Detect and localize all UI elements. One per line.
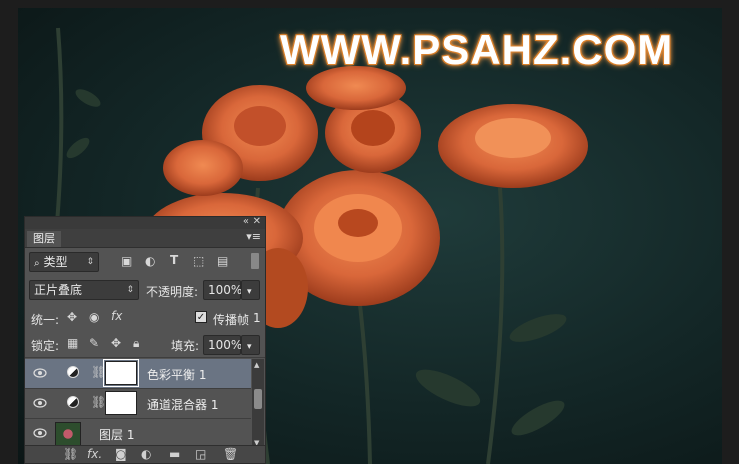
image-filter-icon[interactable]: ▣ — [121, 254, 132, 268]
adjustment-layer-icon — [67, 396, 79, 408]
double-chevron-icon[interactable]: « — [243, 216, 249, 227]
watermark-text: WWW.PSAHZ.COM — [280, 26, 674, 73]
smart-object-filter-icon[interactable]: ▤ — [217, 254, 228, 268]
layer-thumbnail[interactable] — [55, 422, 81, 446]
adjustment-filter-icon[interactable]: ◐ — [145, 254, 155, 268]
tab-layers[interactable]: 图层 — [27, 231, 61, 247]
panel-tab-bar: 图层 ▾≡ — [25, 229, 265, 248]
opacity-input[interactable]: 100% — [203, 280, 243, 300]
eye-icon[interactable] — [33, 367, 47, 379]
panel-bottom-bar: ⛓︎ fx. ◙ ◐ ▬ ◲ 🗑︎ — [25, 445, 265, 463]
layer-row[interactable]: ⛓︎ 色彩平衡 1 — [25, 359, 251, 389]
fill-input[interactable]: 100% — [203, 335, 243, 355]
scroll-up-icon[interactable]: ▲ — [254, 361, 259, 369]
fill-value: 100% — [208, 338, 243, 352]
unify-position-icon[interactable]: ✥ — [67, 310, 77, 324]
propagate-checkbox[interactable]: ✓ — [195, 311, 207, 323]
panel-title-strip: « ✕ — [25, 216, 265, 229]
updown-arrow-icon: ⇕ — [86, 257, 94, 267]
link-chain-icon[interactable]: ⛓︎ — [91, 365, 106, 379]
link-layers-icon[interactable]: ⛓︎ — [63, 447, 78, 461]
unify-visibility-icon[interactable]: ◉ — [89, 310, 99, 324]
lock-position-icon[interactable]: ✥ — [111, 336, 121, 350]
unify-row: 统一: ✥ ◉ fx ✓ 传播帧 1 — [25, 307, 265, 329]
lock-all-icon[interactable]: 🔒︎ — [133, 336, 139, 351]
eye-icon[interactable] — [33, 397, 47, 409]
fill-dropdown-button[interactable]: ▾ — [241, 335, 260, 355]
propagate-value: 1 — [253, 311, 261, 325]
layer-row[interactable]: ⛓︎ 通道混合器 1 — [25, 389, 251, 419]
lock-label: 锁定: — [31, 339, 60, 353]
link-chain-icon[interactable]: ⛓︎ — [91, 395, 106, 409]
layer-name[interactable]: 图层 1 — [99, 426, 134, 443]
blend-mode-select[interactable]: 正片叠底 ⇕ — [29, 280, 139, 300]
layer-list: ⛓︎ 色彩平衡 1 ⛓︎ 通道混合器 1 图层 1 — [25, 359, 251, 449]
layer-name[interactable]: 色彩平衡 1 — [147, 366, 206, 383]
adjustment-layer-icon — [67, 366, 79, 378]
filter-kind-value: 类型 — [43, 255, 68, 269]
opacity-label: 不透明度: — [146, 285, 199, 299]
fill-label: 填充: — [171, 339, 200, 353]
delete-icon[interactable]: 🗑︎ — [223, 447, 238, 461]
layer-mask-thumbnail[interactable] — [105, 391, 137, 415]
updown-arrow-icon: ⇕ — [126, 285, 134, 295]
close-icon[interactable]: ✕ — [253, 216, 261, 227]
search-icon: ⌕ — [34, 258, 40, 269]
shape-filter-icon[interactable]: ⬚ — [193, 254, 204, 268]
lock-pixels-icon[interactable]: ✎ — [89, 336, 99, 350]
unify-style-icon[interactable]: fx — [111, 309, 122, 323]
filter-row: ⌕ 类型 ⇕ ▣ ◐ T ⬚ ▤ — [25, 249, 265, 273]
chevron-down-icon: ▾ — [247, 287, 252, 297]
new-adjustment-icon[interactable]: ◐ — [141, 447, 151, 461]
filter-kind-select[interactable]: ⌕ 类型 ⇕ — [29, 252, 99, 272]
add-mask-icon[interactable]: ◙ — [115, 447, 127, 461]
scroll-thumb[interactable] — [254, 389, 262, 409]
layer-name[interactable]: 通道混合器 1 — [147, 396, 218, 413]
blend-row: 正片叠底 ⇕ 不透明度: 100% ▾ — [25, 277, 265, 301]
filter-toggle-switch[interactable] — [251, 253, 259, 269]
fx-icon[interactable]: fx. — [87, 447, 102, 461]
opacity-dropdown-button[interactable]: ▾ — [241, 280, 260, 300]
layer-mask-thumbnail[interactable] — [103, 359, 139, 387]
propagate-label: 传播帧 — [213, 313, 250, 327]
panel-menu-icon[interactable]: ▾≡ — [246, 230, 261, 243]
layers-panel: « ✕ 图层 ▾≡ ⌕ 类型 ⇕ ▣ ◐ T ⬚ ▤ 正片叠底 ⇕ 不透明度: … — [24, 216, 266, 464]
unify-label: 统一: — [31, 313, 60, 327]
opacity-value: 100% — [208, 283, 243, 297]
lock-transparency-icon[interactable]: ▦ — [67, 336, 78, 350]
chevron-down-icon: ▾ — [247, 342, 252, 352]
type-filter-icon[interactable]: T — [170, 253, 178, 267]
eye-icon[interactable] — [33, 427, 47, 439]
new-group-icon[interactable]: ▬ — [169, 447, 180, 461]
blend-mode-value: 正片叠底 — [34, 283, 83, 297]
new-layer-icon[interactable]: ◲ — [195, 447, 206, 461]
layer-list-scrollbar[interactable]: ▲ ▼ — [252, 359, 264, 449]
lock-row: 锁定: ▦ ✎ ✥ 🔒︎ 填充: 100% ▾ — [25, 333, 265, 358]
